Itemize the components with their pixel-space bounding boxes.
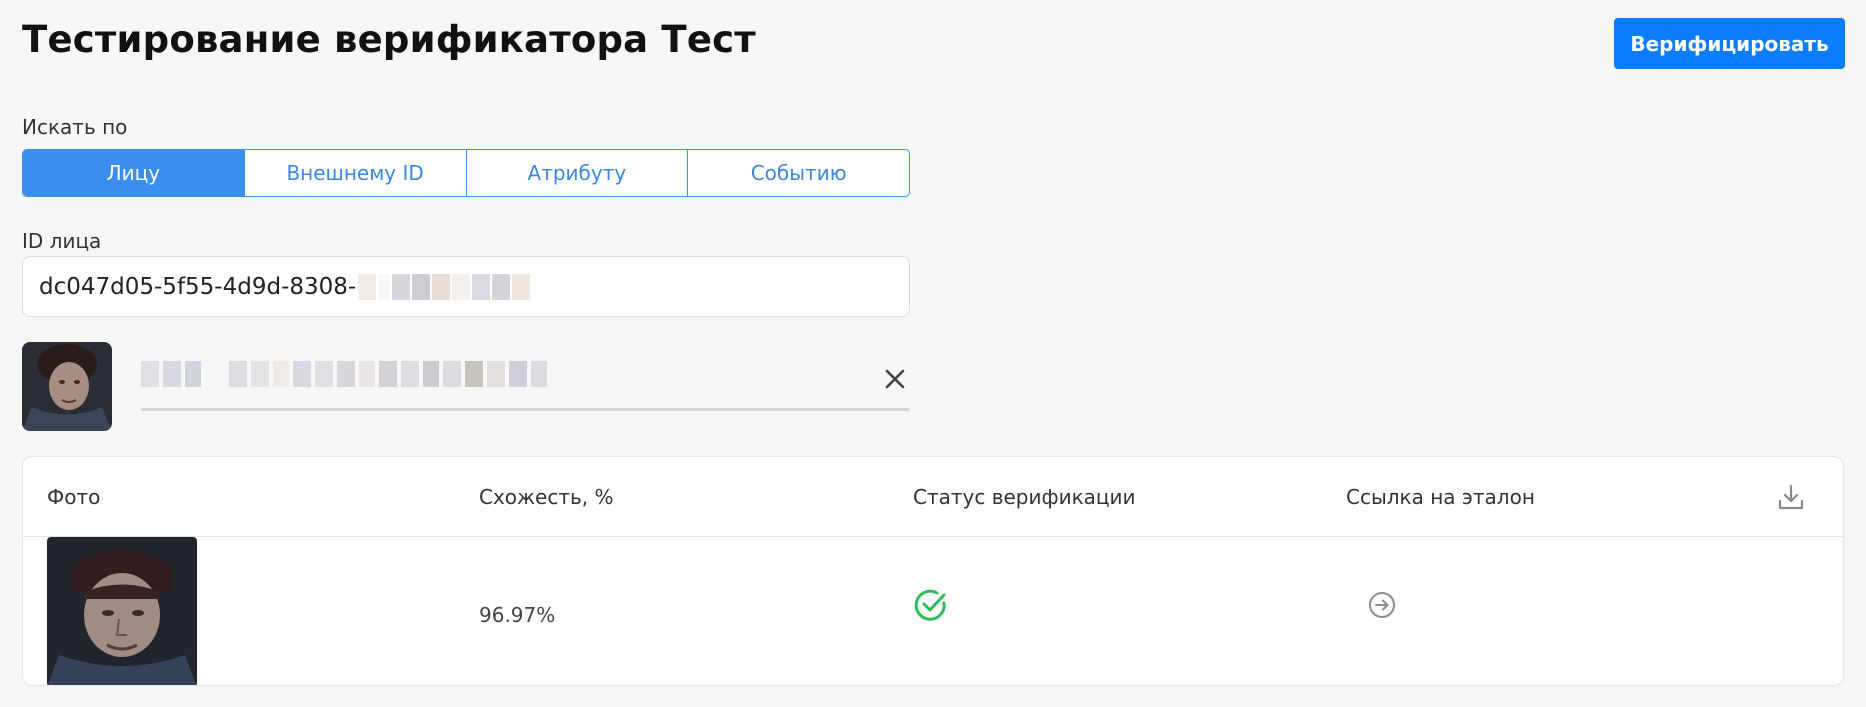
redacted-face-info [141, 359, 741, 389]
tab-face[interactable]: Лицу [23, 150, 245, 196]
download-icon[interactable] [1776, 482, 1806, 512]
column-status: Статус верификации [913, 485, 1136, 509]
column-similarity: Схожесть, % [479, 485, 614, 509]
close-icon[interactable] [880, 364, 910, 394]
table-header: Фото Схожесть, % Статус верификации Ссыл… [23, 457, 1843, 537]
tab-attribute[interactable]: Атрибуту [467, 150, 689, 196]
page-title: Тестирование верификатора Тест [22, 18, 756, 61]
tab-event[interactable]: Событию [688, 150, 909, 196]
redacted-text [358, 273, 377, 300]
face-thumbnail [22, 342, 112, 431]
results-table: Фото Схожесть, % Статус верификации Ссыл… [22, 456, 1844, 686]
face-id-label: ID лица [22, 229, 102, 253]
verify-button[interactable]: Верифицировать [1614, 18, 1845, 69]
face-id-field[interactable]: dc047d05-5f55-4d9d-8308- [22, 256, 910, 317]
face-id-value: dc047d05-5f55-4d9d-8308- [39, 273, 357, 300]
arrow-right-circle-icon[interactable] [1366, 589, 1398, 621]
face-photo [47, 537, 197, 685]
table-row[interactable]: 96.97% [23, 537, 1843, 685]
search-by-label: Искать по [22, 115, 128, 139]
face-field-underline [141, 408, 909, 411]
column-photo: Фото [47, 485, 101, 509]
tab-external-id[interactable]: Внешнему ID [245, 150, 467, 196]
column-reference-link: Ссылка на эталон [1346, 485, 1535, 509]
similarity-value: 96.97% [479, 603, 556, 627]
check-circle-icon [913, 587, 949, 623]
search-by-segmented-control: Лицу Внешнему ID Атрибуту Событию [22, 149, 910, 197]
